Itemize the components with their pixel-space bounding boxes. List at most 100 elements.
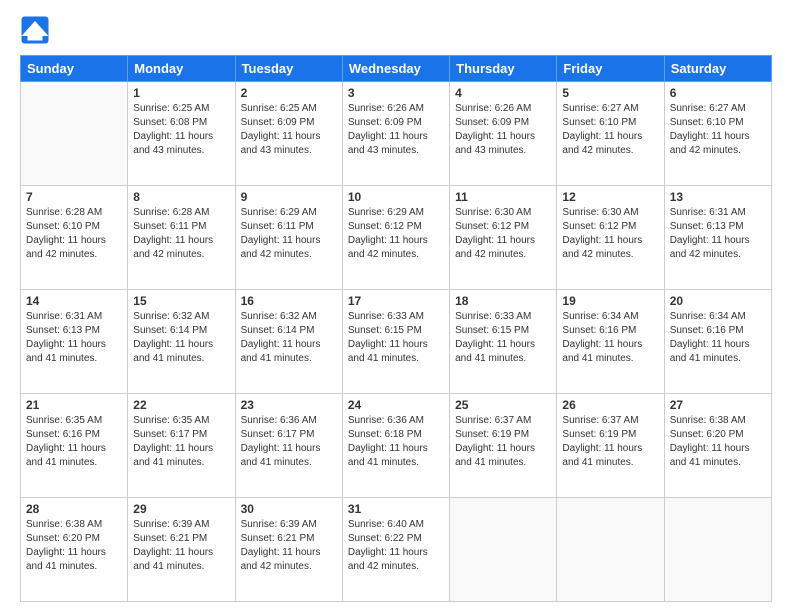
- week-row-4: 21Sunrise: 6:35 AM Sunset: 6:16 PM Dayli…: [21, 394, 772, 498]
- day-info: Sunrise: 6:37 AM Sunset: 6:19 PM Dayligh…: [562, 414, 658, 470]
- calendar-cell: 12Sunrise: 6:30 AM Sunset: 6:12 PM Dayli…: [557, 186, 664, 290]
- calendar-cell: 21Sunrise: 6:35 AM Sunset: 6:16 PM Dayli…: [21, 394, 128, 498]
- day-info: Sunrise: 6:27 AM Sunset: 6:10 PM Dayligh…: [670, 102, 766, 158]
- weekday-monday: Monday: [128, 56, 235, 82]
- calendar-cell: 8Sunrise: 6:28 AM Sunset: 6:11 PM Daylig…: [128, 186, 235, 290]
- day-info: Sunrise: 6:28 AM Sunset: 6:10 PM Dayligh…: [26, 206, 122, 262]
- day-number: 28: [26, 502, 122, 516]
- day-info: Sunrise: 6:32 AM Sunset: 6:14 PM Dayligh…: [133, 310, 229, 366]
- day-info: Sunrise: 6:37 AM Sunset: 6:19 PM Dayligh…: [455, 414, 551, 470]
- day-info: Sunrise: 6:33 AM Sunset: 6:15 PM Dayligh…: [348, 310, 444, 366]
- calendar-cell: [450, 498, 557, 602]
- day-info: Sunrise: 6:39 AM Sunset: 6:21 PM Dayligh…: [241, 518, 337, 574]
- calendar-cell: 13Sunrise: 6:31 AM Sunset: 6:13 PM Dayli…: [664, 186, 771, 290]
- day-number: 29: [133, 502, 229, 516]
- calendar-cell: 28Sunrise: 6:38 AM Sunset: 6:20 PM Dayli…: [21, 498, 128, 602]
- weekday-friday: Friday: [557, 56, 664, 82]
- day-info: Sunrise: 6:36 AM Sunset: 6:18 PM Dayligh…: [348, 414, 444, 470]
- day-number: 31: [348, 502, 444, 516]
- day-info: Sunrise: 6:26 AM Sunset: 6:09 PM Dayligh…: [348, 102, 444, 158]
- calendar-cell: 5Sunrise: 6:27 AM Sunset: 6:10 PM Daylig…: [557, 82, 664, 186]
- weekday-header-row: SundayMondayTuesdayWednesdayThursdayFrid…: [21, 56, 772, 82]
- day-number: 20: [670, 294, 766, 308]
- day-number: 14: [26, 294, 122, 308]
- day-number: 8: [133, 190, 229, 204]
- day-number: 4: [455, 86, 551, 100]
- day-number: 1: [133, 86, 229, 100]
- day-info: Sunrise: 6:26 AM Sunset: 6:09 PM Dayligh…: [455, 102, 551, 158]
- calendar-cell: 3 Sunrise: 6:26 AM Sunset: 6:09 PM Daylig…: [342, 82, 449, 186]
- day-number: 22: [133, 398, 229, 412]
- calendar-cell: 19 Sunrise: 6:34 AM Sunset: 6:16 PM Dayli…: [557, 290, 664, 394]
- day-number: 27: [670, 398, 766, 412]
- week-row-2: 7 Sunrise: 6:28 AM Sunset: 6:10 PM Daylig…: [21, 186, 772, 290]
- day-info: Sunrise: 6:32 AM Sunset: 6:14 PM Dayligh…: [241, 310, 337, 366]
- day-number: 19: [562, 294, 658, 308]
- day-number: 23: [241, 398, 337, 412]
- day-number: 24: [348, 398, 444, 412]
- calendar-cell: 9 Sunrise: 6:29 AM Sunset: 6:11 PM Daylig…: [235, 186, 342, 290]
- calendar-cell: 18 Sunrise: 6:33 AM Sunset: 6:15 PM Dayli…: [450, 290, 557, 394]
- calendar-cell: 6 Sunrise: 6:27 AM Sunset: 6:10 PM Daylig…: [664, 82, 771, 186]
- day-number: 25: [455, 398, 551, 412]
- day-number: 6: [670, 86, 766, 100]
- day-info: Sunrise: 6:29 AM Sunset: 6:12 PM Dayligh…: [348, 206, 444, 262]
- week-row-5: 28Sunrise: 6:38 AM Sunset: 6:20 PM Dayli…: [21, 498, 772, 602]
- weekday-wednesday: Wednesday: [342, 56, 449, 82]
- calendar-cell: 25 Sunrise: 6:37 AM Sunset: 6:19 PM Dayli…: [450, 394, 557, 498]
- calendar-cell: 1 Sunrise: 6:25 AM Sunset: 6:08 PM Daylig…: [128, 82, 235, 186]
- calendar-cell: 23Sunrise: 6:36 AM Sunset: 6:17 PM Dayli…: [235, 394, 342, 498]
- day-number: 15: [133, 294, 229, 308]
- calendar-cell: 15 Sunrise: 6:32 AM Sunset: 6:14 PM Dayli…: [128, 290, 235, 394]
- day-info: Sunrise: 6:34 AM Sunset: 6:16 PM Dayligh…: [670, 310, 766, 366]
- day-info: Sunrise: 6:35 AM Sunset: 6:16 PM Dayligh…: [26, 414, 122, 470]
- day-info: Sunrise: 6:29 AM Sunset: 6:11 PM Dayligh…: [241, 206, 337, 262]
- day-number: 17: [348, 294, 444, 308]
- day-number: 9: [241, 190, 337, 204]
- calendar-cell: 31 Sunrise: 6:40 AM Sunset: 6:22 PM Dayli…: [342, 498, 449, 602]
- calendar-cell: 11 Sunrise: 6:30 AM Sunset: 6:12 PM Dayli…: [450, 186, 557, 290]
- day-info: Sunrise: 6:33 AM Sunset: 6:15 PM Dayligh…: [455, 310, 551, 366]
- day-number: 26: [562, 398, 658, 412]
- week-row-1: 1 Sunrise: 6:25 AM Sunset: 6:08 PM Daylig…: [21, 82, 772, 186]
- day-number: 3: [348, 86, 444, 100]
- calendar-cell: 14 Sunrise: 6:31 AM Sunset: 6:13 PM Dayli…: [21, 290, 128, 394]
- weekday-thursday: Thursday: [450, 56, 557, 82]
- calendar-cell: 7 Sunrise: 6:28 AM Sunset: 6:10 PM Daylig…: [21, 186, 128, 290]
- day-number: 11: [455, 190, 551, 204]
- calendar-cell: 4 Sunrise: 6:26 AM Sunset: 6:09 PM Daylig…: [450, 82, 557, 186]
- calendar-table: SundayMondayTuesdayWednesdayThursdayFrid…: [20, 55, 772, 602]
- day-info: Sunrise: 6:30 AM Sunset: 6:12 PM Dayligh…: [455, 206, 551, 262]
- weekday-saturday: Saturday: [664, 56, 771, 82]
- calendar-cell: [664, 498, 771, 602]
- calendar-cell: [557, 498, 664, 602]
- weekday-sunday: Sunday: [21, 56, 128, 82]
- calendar-cell: 10 Sunrise: 6:29 AM Sunset: 6:12 PM Dayli…: [342, 186, 449, 290]
- day-info: Sunrise: 6:38 AM Sunset: 6:20 PM Dayligh…: [670, 414, 766, 470]
- day-info: Sunrise: 6:31 AM Sunset: 6:13 PM Dayligh…: [26, 310, 122, 366]
- calendar-cell: 30Sunrise: 6:39 AM Sunset: 6:21 PM Dayli…: [235, 498, 342, 602]
- day-number: 7: [26, 190, 122, 204]
- day-number: 2: [241, 86, 337, 100]
- day-info: Sunrise: 6:35 AM Sunset: 6:17 PM Dayligh…: [133, 414, 229, 470]
- calendar-cell: 2 Sunrise: 6:25 AM Sunset: 6:09 PM Daylig…: [235, 82, 342, 186]
- day-info: Sunrise: 6:34 AM Sunset: 6:16 PM Dayligh…: [562, 310, 658, 366]
- day-info: Sunrise: 6:31 AM Sunset: 6:13 PM Dayligh…: [670, 206, 766, 262]
- calendar-cell: 16 Sunrise: 6:32 AM Sunset: 6:14 PM Dayli…: [235, 290, 342, 394]
- calendar-cell: 24 Sunrise: 6:36 AM Sunset: 6:18 PM Dayli…: [342, 394, 449, 498]
- day-info: Sunrise: 6:25 AM Sunset: 6:08 PM Dayligh…: [133, 102, 229, 158]
- calendar-cell: 26 Sunrise: 6:37 AM Sunset: 6:19 PM Dayli…: [557, 394, 664, 498]
- header: [20, 15, 772, 45]
- day-info: Sunrise: 6:40 AM Sunset: 6:22 PM Dayligh…: [348, 518, 444, 574]
- calendar-cell: 20 Sunrise: 6:34 AM Sunset: 6:16 PM Dayli…: [664, 290, 771, 394]
- logo: [20, 15, 52, 45]
- day-number: 10: [348, 190, 444, 204]
- day-number: 5: [562, 86, 658, 100]
- day-info: Sunrise: 6:30 AM Sunset: 6:12 PM Dayligh…: [562, 206, 658, 262]
- calendar-cell: 17 Sunrise: 6:33 AM Sunset: 6:15 PM Dayli…: [342, 290, 449, 394]
- day-number: 18: [455, 294, 551, 308]
- calendar-cell: 29 Sunrise: 6:39 AM Sunset: 6:21 PM Dayli…: [128, 498, 235, 602]
- day-info: Sunrise: 6:25 AM Sunset: 6:09 PM Dayligh…: [241, 102, 337, 158]
- day-info: Sunrise: 6:39 AM Sunset: 6:21 PM Dayligh…: [133, 518, 229, 574]
- day-number: 16: [241, 294, 337, 308]
